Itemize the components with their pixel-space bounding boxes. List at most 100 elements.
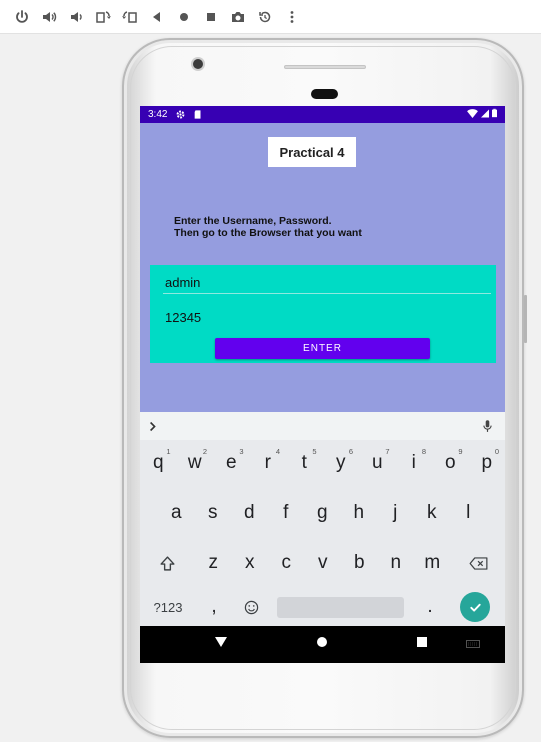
key-hint: 5 xyxy=(312,447,317,456)
key-g[interactable]: g xyxy=(304,494,341,532)
key-hint: 6 xyxy=(348,447,353,456)
key-hint: 2 xyxy=(202,447,207,456)
settings-icon xyxy=(175,109,186,120)
key-x[interactable]: x xyxy=(232,544,269,582)
key-label: y xyxy=(336,452,346,473)
key-f[interactable]: f xyxy=(268,494,305,532)
emoji-icon[interactable] xyxy=(238,588,264,626)
key-hint: 9 xyxy=(458,447,463,456)
recents-square-icon[interactable] xyxy=(417,637,427,647)
shift-icon[interactable] xyxy=(152,544,182,582)
emulator-toolbar xyxy=(0,0,541,34)
earpiece-slot xyxy=(284,65,366,69)
key-k[interactable]: k xyxy=(414,494,451,532)
key-w[interactable]: w2 xyxy=(177,444,214,482)
key-hint: 4 xyxy=(275,447,280,456)
key-hint: 7 xyxy=(385,447,390,456)
key-r[interactable]: r4 xyxy=(250,444,287,482)
keyboard-row-2: asdfghjkl xyxy=(140,494,505,532)
key-label: q xyxy=(152,452,164,473)
key-s[interactable]: s xyxy=(195,494,232,532)
key-b[interactable]: b xyxy=(341,544,378,582)
home-icon[interactable] xyxy=(172,5,196,29)
back-triangle-icon[interactable] xyxy=(215,637,227,647)
key-j[interactable]: j xyxy=(377,494,414,532)
symbols-key[interactable]: ?123 xyxy=(146,588,190,626)
instructions-text: Enter the Username, Password. Then go to… xyxy=(174,215,474,239)
status-time: 3:42 xyxy=(148,109,168,120)
check-icon[interactable] xyxy=(460,592,490,622)
app-content: Practical 4 Enter the Username, Password… xyxy=(140,123,505,412)
page-title: Practical 4 xyxy=(268,137,356,167)
key-label: o xyxy=(444,452,456,473)
overview-icon[interactable] xyxy=(199,5,223,29)
phone-screen: 3:42 Practical 4 Enter the Username, Pas… xyxy=(140,106,505,663)
zoom-icon[interactable] xyxy=(253,5,277,29)
sd-card-icon xyxy=(192,109,203,120)
key-e[interactable]: e3 xyxy=(213,444,250,482)
camera-icon[interactable] xyxy=(226,5,250,29)
keyboard-row-1: q1w2e3r4t5y6u7i8o9p0 xyxy=(140,444,505,482)
password-field[interactable]: 12345 xyxy=(163,307,491,329)
key-o[interactable]: o9 xyxy=(432,444,469,482)
username-field[interactable]: admin xyxy=(163,272,491,294)
period-key[interactable]: . xyxy=(420,588,440,626)
front-camera xyxy=(193,59,203,69)
navigation-bar xyxy=(140,626,505,663)
volume-up-icon[interactable] xyxy=(37,5,61,29)
instruction-line-2: Then go to the Browser that you want xyxy=(174,227,362,239)
key-p[interactable]: p0 xyxy=(469,444,506,482)
key-i[interactable]: i8 xyxy=(396,444,433,482)
instruction-line-1: Enter the Username, Password. xyxy=(174,215,332,227)
key-m[interactable]: m xyxy=(414,544,451,582)
key-label: e xyxy=(225,452,237,473)
key-label: u xyxy=(371,452,383,473)
battery-icon xyxy=(492,108,497,121)
volume-down-icon[interactable] xyxy=(64,5,88,29)
more-icon[interactable] xyxy=(280,5,304,29)
enter-button[interactable]: ENTER xyxy=(215,338,430,359)
emulator-window: 3:42 Practical 4 Enter the Username, Pas… xyxy=(0,0,541,742)
key-label: i xyxy=(411,452,416,473)
rotate-left-icon[interactable] xyxy=(91,5,115,29)
keyboard-row-3: zxcvbnm xyxy=(140,544,505,582)
key-hint: 1 xyxy=(166,447,171,456)
comma-key[interactable]: , xyxy=(202,588,226,626)
keyboard-switch-icon[interactable] xyxy=(466,640,480,648)
space-key[interactable] xyxy=(277,597,404,618)
key-label: t xyxy=(301,452,307,473)
signal-icon xyxy=(481,109,489,121)
key-label: w xyxy=(187,452,202,473)
key-c[interactable]: c xyxy=(268,544,305,582)
backspace-icon[interactable] xyxy=(460,544,496,582)
home-circle-icon[interactable] xyxy=(317,637,327,647)
key-n[interactable]: n xyxy=(378,544,415,582)
key-a[interactable]: a xyxy=(158,494,195,532)
wifi-icon xyxy=(467,108,478,121)
key-label: r xyxy=(264,452,271,473)
rotate-right-icon[interactable] xyxy=(118,5,142,29)
soft-keyboard: q1w2e3r4t5y6u7i8o9p0 asdfghjkl zxcvbnm ?… xyxy=(140,412,505,626)
key-hint: 3 xyxy=(239,447,244,456)
key-hint: 8 xyxy=(421,447,426,456)
power-icon[interactable] xyxy=(10,5,34,29)
key-v[interactable]: v xyxy=(305,544,342,582)
key-y[interactable]: y6 xyxy=(323,444,360,482)
key-q[interactable]: q1 xyxy=(140,444,177,482)
key-l[interactable]: l xyxy=(450,494,487,532)
key-label: p xyxy=(481,452,493,473)
earpiece-speaker xyxy=(311,89,338,99)
key-hint: 0 xyxy=(494,447,499,456)
side-button[interactable] xyxy=(524,295,527,343)
keyboard-row-4: ?123 , . xyxy=(140,588,505,626)
key-d[interactable]: d xyxy=(231,494,268,532)
status-bar: 3:42 xyxy=(140,106,505,123)
login-form: admin 12345 ENTER xyxy=(150,265,496,363)
back-icon[interactable] xyxy=(145,5,169,29)
key-t[interactable]: t5 xyxy=(286,444,323,482)
key-z[interactable]: z xyxy=(195,544,232,582)
mic-icon[interactable] xyxy=(480,418,494,434)
chevron-right-icon[interactable] xyxy=(146,418,160,434)
key-u[interactable]: u7 xyxy=(359,444,396,482)
key-h[interactable]: h xyxy=(341,494,378,532)
